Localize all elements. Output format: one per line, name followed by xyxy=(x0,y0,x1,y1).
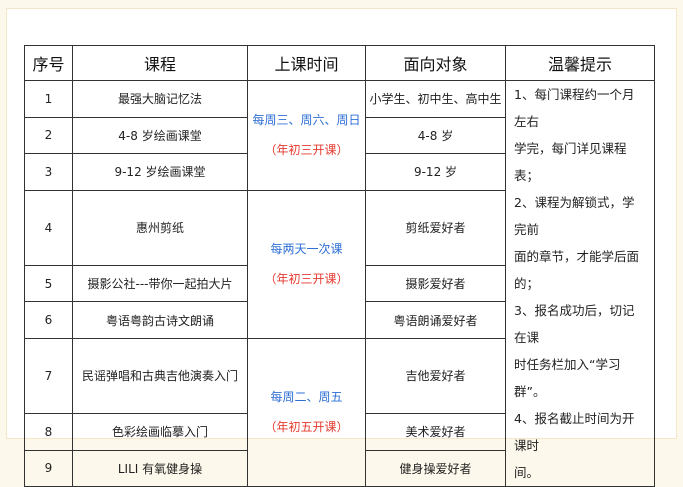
course-name: 色彩绘画临摹入门 xyxy=(72,413,248,451)
tip-line: 2、课程为解锁式，学完前 xyxy=(514,195,635,237)
row-number: 1 xyxy=(24,80,73,118)
course-name: 民谣弹唱和古典吉他演奏入门 xyxy=(72,337,248,415)
audience: 9-12 岁 xyxy=(365,153,506,191)
schedule-note: （年初三开课） xyxy=(264,143,349,158)
tip-line: 3、报名成功后，切记在课 xyxy=(514,303,635,345)
schedule-time: 每两天一次课 xyxy=(270,242,343,257)
course-name: 惠州剪纸 xyxy=(72,189,248,266)
audience: 剪纸爱好者 xyxy=(365,189,506,266)
course-name: 4-8 岁绘画课堂 xyxy=(72,116,248,154)
header-row: 序号 课程 上课时间 面向对象 温馨提示 xyxy=(24,45,655,81)
audience: 小学生、初中生、高中生 xyxy=(365,80,506,118)
tip-line: 时任务栏加入“学习群”。 xyxy=(514,357,621,399)
row-number: 4 xyxy=(24,189,73,266)
schedule-note: （年初五开课） xyxy=(264,420,349,435)
row-number: 5 xyxy=(24,264,73,303)
row-number: 8 xyxy=(24,413,73,451)
course-name: 摄影公社---带你一起拍大片 xyxy=(72,264,248,303)
tip-line: 4、报名截止时间为开课时 xyxy=(514,411,635,453)
row-number: 7 xyxy=(24,337,73,415)
row-number: 3 xyxy=(24,153,73,191)
header-audience: 面向对象 xyxy=(365,45,506,81)
course-name: LILI 有氧健身操 xyxy=(72,449,248,487)
audience: 健身操爱好者 xyxy=(365,449,506,487)
schedule-time: 每周三、周六、周日 xyxy=(252,113,361,128)
table-row: 1 最强大脑记忆法 每周三、周六、周日 （年初三开课） 小学生、初中生、高中生 … xyxy=(24,80,655,487)
course-table: 序号 课程 上课时间 面向对象 温馨提示 1 最强大脑记忆法 每周三、周六、周日… xyxy=(24,45,655,487)
tips-cell: 1、每门课程约一个月左右 学完，每门详见课程表； 2、课程为解锁式，学完前 面的… xyxy=(505,80,655,487)
schedule-cell: 每周二、周五 （年初五开课） xyxy=(247,337,366,487)
tip-line: 学完，每门详见课程表； xyxy=(514,141,627,183)
row-number: 6 xyxy=(24,301,73,339)
header-no: 序号 xyxy=(24,45,73,81)
header-time: 上课时间 xyxy=(247,45,366,81)
header-tips: 温馨提示 xyxy=(505,45,655,81)
course-name: 9-12 岁绘画课堂 xyxy=(72,153,248,191)
audience: 美术爱好者 xyxy=(365,413,506,451)
schedule-cell: 每周三、周六、周日 （年初三开课） xyxy=(247,80,366,191)
tip-line: 间。 xyxy=(514,465,540,480)
schedule-time: 每周二、周五 xyxy=(270,390,343,405)
tip-line: 面的章节，才能学后面的； xyxy=(514,249,640,291)
audience: 粤语朗诵爱好者 xyxy=(365,301,506,339)
row-number: 9 xyxy=(24,449,73,487)
course-name: 粤语粤韵古诗文朗诵 xyxy=(72,301,248,339)
course-name: 最强大脑记忆法 xyxy=(72,80,248,118)
row-number: 2 xyxy=(24,116,73,154)
schedule-cell: 每两天一次课 （年初三开课） xyxy=(247,189,366,339)
audience: 4-8 岁 xyxy=(365,116,506,154)
schedule-note: （年初三开课） xyxy=(264,272,349,287)
header-course: 课程 xyxy=(72,45,248,81)
tip-line: 1、每门课程约一个月左右 xyxy=(514,87,635,129)
audience: 吉他爱好者 xyxy=(365,337,506,415)
audience: 摄影爱好者 xyxy=(365,264,506,303)
